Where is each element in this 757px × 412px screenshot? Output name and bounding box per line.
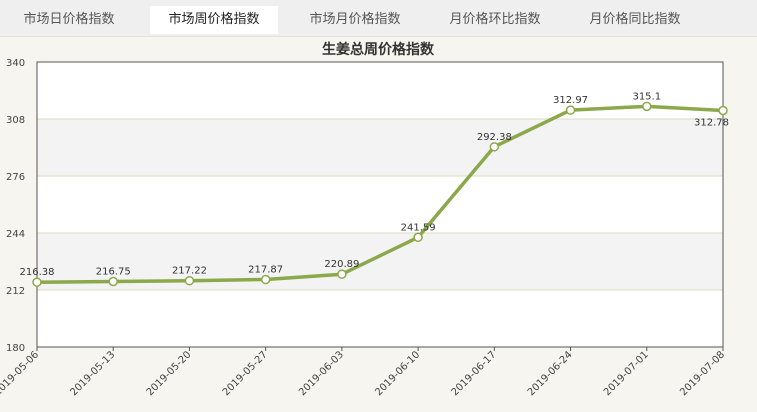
x-tick-label: 2019-07-08 [678,349,727,398]
x-tick-label: 2019-06-03 [297,349,346,398]
data-label: 216.38 [20,267,55,278]
data-label: 217.22 [172,266,207,277]
y-tick-label: 212 [6,286,25,297]
data-point [642,101,652,112]
data-point [489,142,500,152]
data-point [184,275,195,286]
y-tick-label: 180 [6,343,25,354]
data-label: 220.89 [324,259,359,270]
x-tick-label: 2019-05-13 [68,349,117,398]
data-point [32,277,42,287]
x-tick-label: 2019-07-01 [602,349,651,398]
tab-market-monthly-index[interactable]: 市场月价格指数 [296,6,414,34]
tab-market-daily-index[interactable]: 市场日价格指数 [10,6,128,34]
data-point [718,105,728,116]
data-label: 217.87 [248,265,283,276]
chart-container: 180 212 244 276 308 340 2019-05-06 2019-05-13 20… [0,37,757,412]
page-root: 市场日价格指数 市场周价格指数 市场月价格指数 月价格环比指数 月价格同比指数 … [0,0,757,412]
data-label: 292.38 [477,132,512,143]
data-label: 312.97 [553,95,588,106]
x-tick-label: 2019-06-10 [373,349,422,398]
data-label: 312.78 [694,117,729,128]
price-index-chart: 180 212 244 276 308 340 2019-05-06 2019-05-13 20… [0,41,729,398]
data-point [108,276,118,287]
chart-title: 生姜总周价格指数 [322,41,435,58]
y-tick-label: 276 [6,172,25,183]
x-tick-label: 2019-05-06 [0,349,41,398]
tab-monthly-mom-index[interactable]: 月价格环比指数 [436,6,554,34]
data-label: 241.59 [401,222,436,233]
y-tick-label: 308 [6,115,25,126]
x-tick-label: 2019-05-27 [221,349,270,398]
tab-bar: 市场日价格指数 市场周价格指数 市场月价格指数 月价格环比指数 月价格同比指数 [0,0,757,37]
tab-market-weekly-index[interactable]: 市场周价格指数 [150,6,278,34]
data-label: 216.75 [96,267,131,278]
y-tick-label: 244 [6,229,25,240]
x-tick-label: 2019-06-24 [526,349,575,398]
grid-band [37,119,723,176]
data-point [413,232,423,243]
x-tick-label: 2019-06-17 [450,349,499,398]
data-label: 315.1 [632,91,661,102]
plot-background [37,62,723,347]
data-point [565,105,576,115]
y-tick-label: 340 [6,58,25,69]
data-point [260,274,271,285]
tab-monthly-yoy-index[interactable]: 月价格同比指数 [576,6,694,34]
x-tick-label: 2019-05-20 [145,349,194,398]
data-point [337,269,347,279]
